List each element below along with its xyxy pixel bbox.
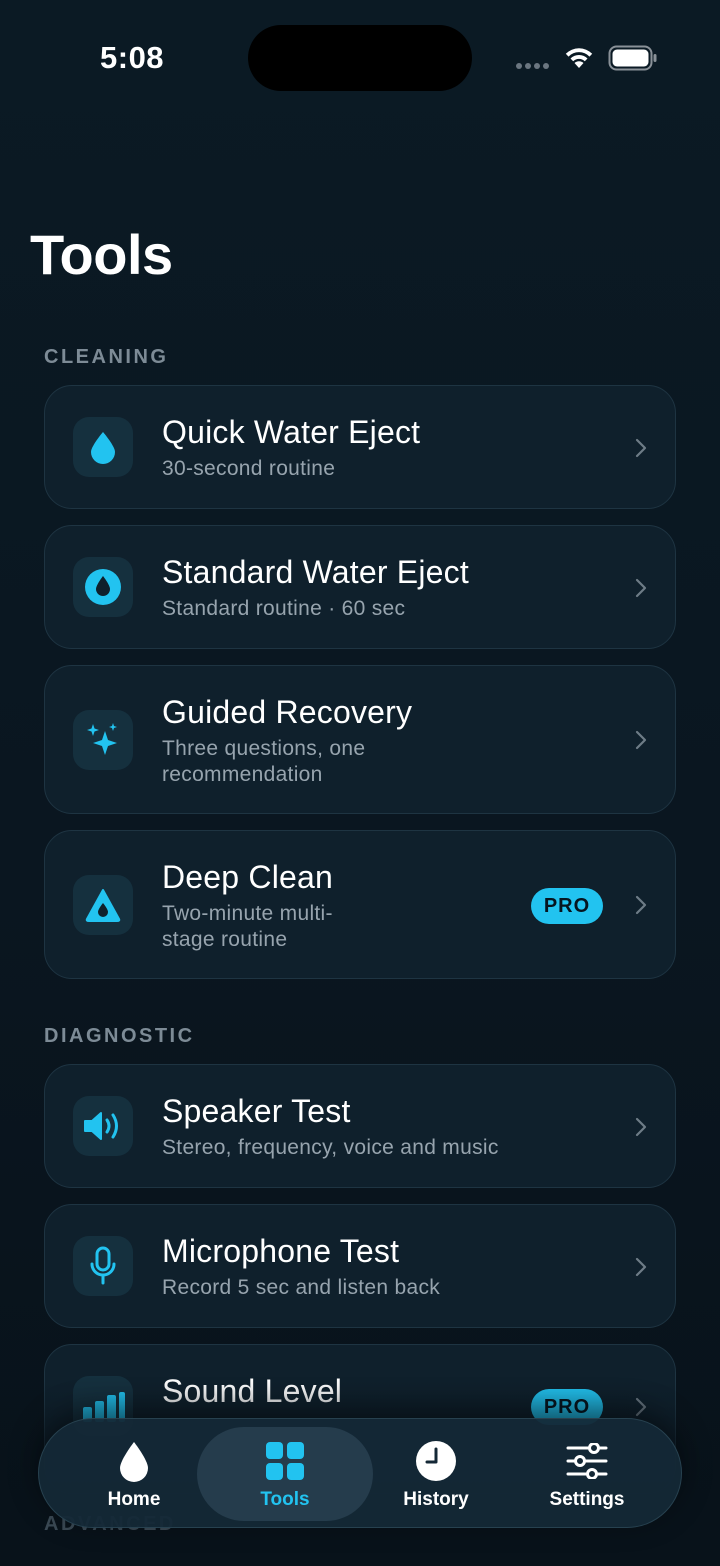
card-title: Standard Water Eject bbox=[162, 554, 469, 590]
tab-bar: Home Tools History Settings bbox=[38, 1418, 682, 1528]
tab-settings[interactable]: Settings bbox=[512, 1427, 662, 1521]
water-drop-icon bbox=[118, 1439, 150, 1483]
card-subtitle: Record 5 sec and listen back bbox=[162, 1276, 441, 1299]
card-subtitle: Two-minute multi-stage routine bbox=[162, 902, 333, 951]
section-label-cleaning: CLEANING bbox=[44, 346, 169, 368]
drop-triangle-icon bbox=[73, 875, 133, 935]
chevron-right-icon bbox=[635, 1117, 647, 1137]
dynamic-island bbox=[248, 25, 472, 91]
tool-card-standard-water-eject[interactable]: Standard Water Eject Standard routine · … bbox=[44, 525, 676, 649]
battery-icon bbox=[608, 45, 657, 71]
tab-label: Tools bbox=[260, 1489, 310, 1510]
card-title: Microphone Test bbox=[162, 1233, 400, 1269]
card-subtitle: Three questions, one recommendation bbox=[162, 737, 366, 786]
tool-card-quick-water-eject[interactable]: Quick Water Eject 30-second routine bbox=[44, 385, 676, 509]
tool-card-deep-clean[interactable]: Deep Clean Two-minute multi-stage routin… bbox=[44, 830, 676, 979]
tab-label: History bbox=[403, 1489, 469, 1510]
tool-card-speaker-test[interactable]: Speaker Test Stereo, frequency, voice an… bbox=[44, 1064, 676, 1188]
speaker-icon bbox=[73, 1096, 133, 1156]
tool-card-guided-recovery[interactable]: Guided Recovery Three questions, one rec… bbox=[44, 665, 676, 814]
chevron-right-icon bbox=[635, 1257, 647, 1277]
tab-label: Settings bbox=[549, 1489, 625, 1510]
card-subtitle: Stereo, frequency, voice and music bbox=[162, 1136, 499, 1159]
status-bar: 5:08 bbox=[0, 0, 720, 120]
tab-tools[interactable]: Tools bbox=[197, 1427, 373, 1521]
microphone-icon bbox=[73, 1236, 133, 1296]
wifi-icon bbox=[565, 48, 593, 68]
water-drop-circle-icon bbox=[73, 557, 133, 617]
chevron-right-icon bbox=[635, 578, 647, 598]
clock-icon bbox=[415, 1439, 457, 1483]
tab-home[interactable]: Home bbox=[59, 1427, 209, 1521]
chevron-right-icon bbox=[635, 1397, 647, 1417]
tab-history[interactable]: History bbox=[361, 1427, 511, 1521]
card-title: Quick Water Eject bbox=[162, 414, 421, 450]
grid-icon bbox=[265, 1439, 305, 1483]
card-subtitle: 30-second routine bbox=[162, 457, 336, 480]
sparkles-icon bbox=[73, 710, 133, 770]
tab-label: Home bbox=[107, 1489, 161, 1510]
card-title: Deep Clean bbox=[162, 859, 333, 895]
card-subtitle: Standard routine · 60 sec bbox=[162, 597, 406, 620]
water-drop-icon bbox=[73, 417, 133, 477]
card-title: Speaker Test bbox=[162, 1093, 351, 1129]
chevron-right-icon bbox=[635, 730, 647, 750]
cellular-signal-icon bbox=[516, 63, 549, 69]
card-title: Guided Recovery bbox=[162, 694, 413, 730]
chevron-right-icon bbox=[635, 895, 647, 915]
status-time: 5:08 bbox=[100, 40, 165, 75]
page-title: Tools bbox=[30, 223, 173, 286]
sliders-icon bbox=[566, 1439, 608, 1483]
tool-card-microphone-test[interactable]: Microphone Test Record 5 sec and listen … bbox=[44, 1204, 676, 1328]
section-label-diagnostic: DIAGNOSTIC bbox=[44, 1025, 195, 1047]
card-title: Sound Level bbox=[162, 1373, 343, 1409]
chevron-right-icon bbox=[635, 438, 647, 458]
pro-badge: PRO bbox=[531, 888, 603, 924]
